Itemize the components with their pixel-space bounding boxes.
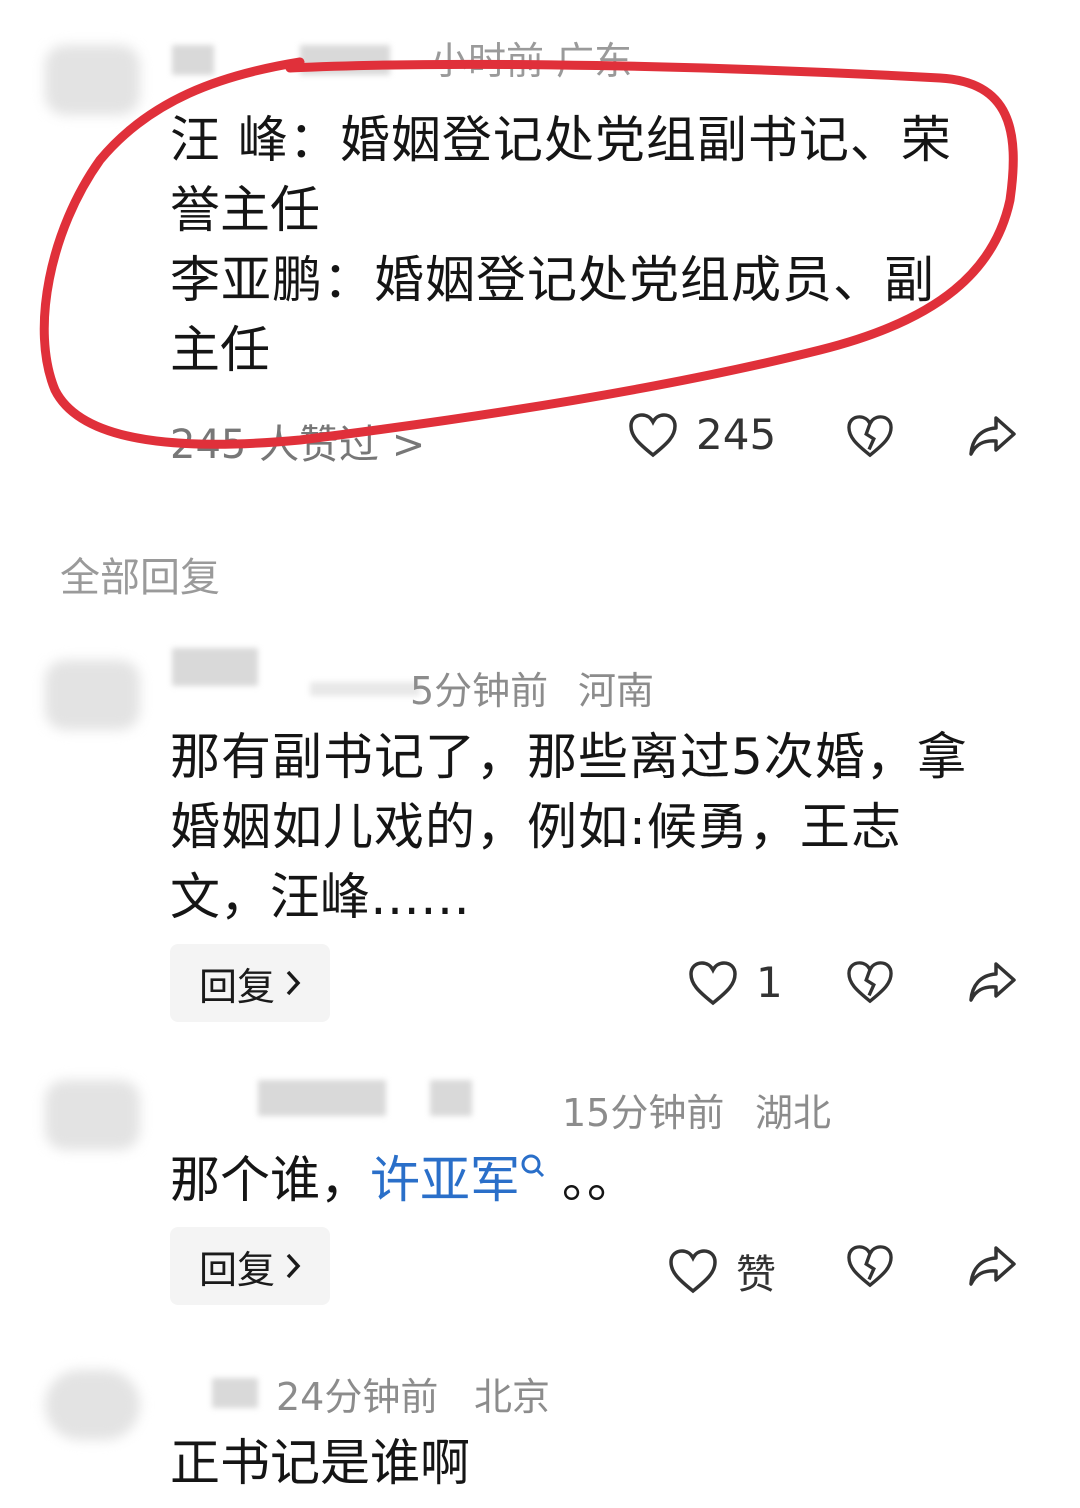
heart-outline-icon (669, 1249, 717, 1294)
like-button[interactable]: 赞 (668, 1242, 776, 1300)
reply-region: 河南 (578, 669, 655, 713)
username-redacted (430, 1080, 472, 1116)
reply-text: 正书记是谁啊 (170, 1434, 470, 1492)
reply-time: 5分钟前 (410, 669, 549, 713)
reply-line: 那有副书记了，那些离过5次婚，拿 (170, 728, 968, 786)
username-redacted (310, 682, 420, 696)
share-button[interactable] (968, 1244, 1018, 1288)
dislike-button[interactable] (846, 960, 894, 1004)
reply-region: 北京 (474, 1375, 551, 1419)
reply-label: 回复 (198, 1247, 275, 1292)
avatar[interactable] (45, 660, 140, 730)
reply-region: 湖北 (755, 1091, 832, 1135)
avatar[interactable] (45, 1080, 140, 1150)
like-label: 赞 (736, 1252, 776, 1298)
avatar[interactable] (45, 1370, 140, 1440)
section-title: 全部回复 (60, 555, 220, 601)
reply-button[interactable]: 回复 (170, 944, 330, 1022)
chevron-right-icon (286, 970, 301, 996)
reply-text: 那个谁，许亚军 。。 (170, 1145, 637, 1215)
reply-line: 文，汪峰…… (170, 868, 470, 926)
like-count: 1 (756, 958, 783, 1007)
dislike-button[interactable] (846, 1244, 894, 1288)
username-redacted (212, 1378, 258, 1408)
annotation-circle (39, 57, 1018, 449)
username-redacted (172, 648, 258, 686)
broken-heart-icon (847, 961, 893, 1004)
share-button[interactable] (968, 960, 1018, 1004)
reply-button[interactable]: 回复 (170, 1227, 330, 1305)
reply-line: 婚姻如儿戏的，例如:候勇，王志 (170, 798, 902, 856)
reply-label: 回复 (198, 964, 275, 1009)
search-link-text: 许亚军 (370, 1151, 520, 1209)
heart-outline-icon (689, 960, 737, 1005)
share-arrow-icon (969, 962, 1016, 1002)
username-redacted (258, 1080, 386, 1116)
share-arrow-icon (969, 1246, 1016, 1286)
reply-text-prefix: 那个谁， (170, 1151, 370, 1209)
reply-time: 15分钟前 (562, 1091, 725, 1135)
reply-time: 24分钟前 (276, 1375, 439, 1419)
search-link[interactable]: 许亚军 (370, 1151, 546, 1209)
chevron-right-icon (286, 1253, 301, 1279)
reply-text-suffix: 。。 (546, 1151, 637, 1209)
broken-heart-icon (847, 1245, 893, 1288)
search-icon (521, 1154, 545, 1178)
like-button[interactable]: 1 (688, 958, 783, 1007)
